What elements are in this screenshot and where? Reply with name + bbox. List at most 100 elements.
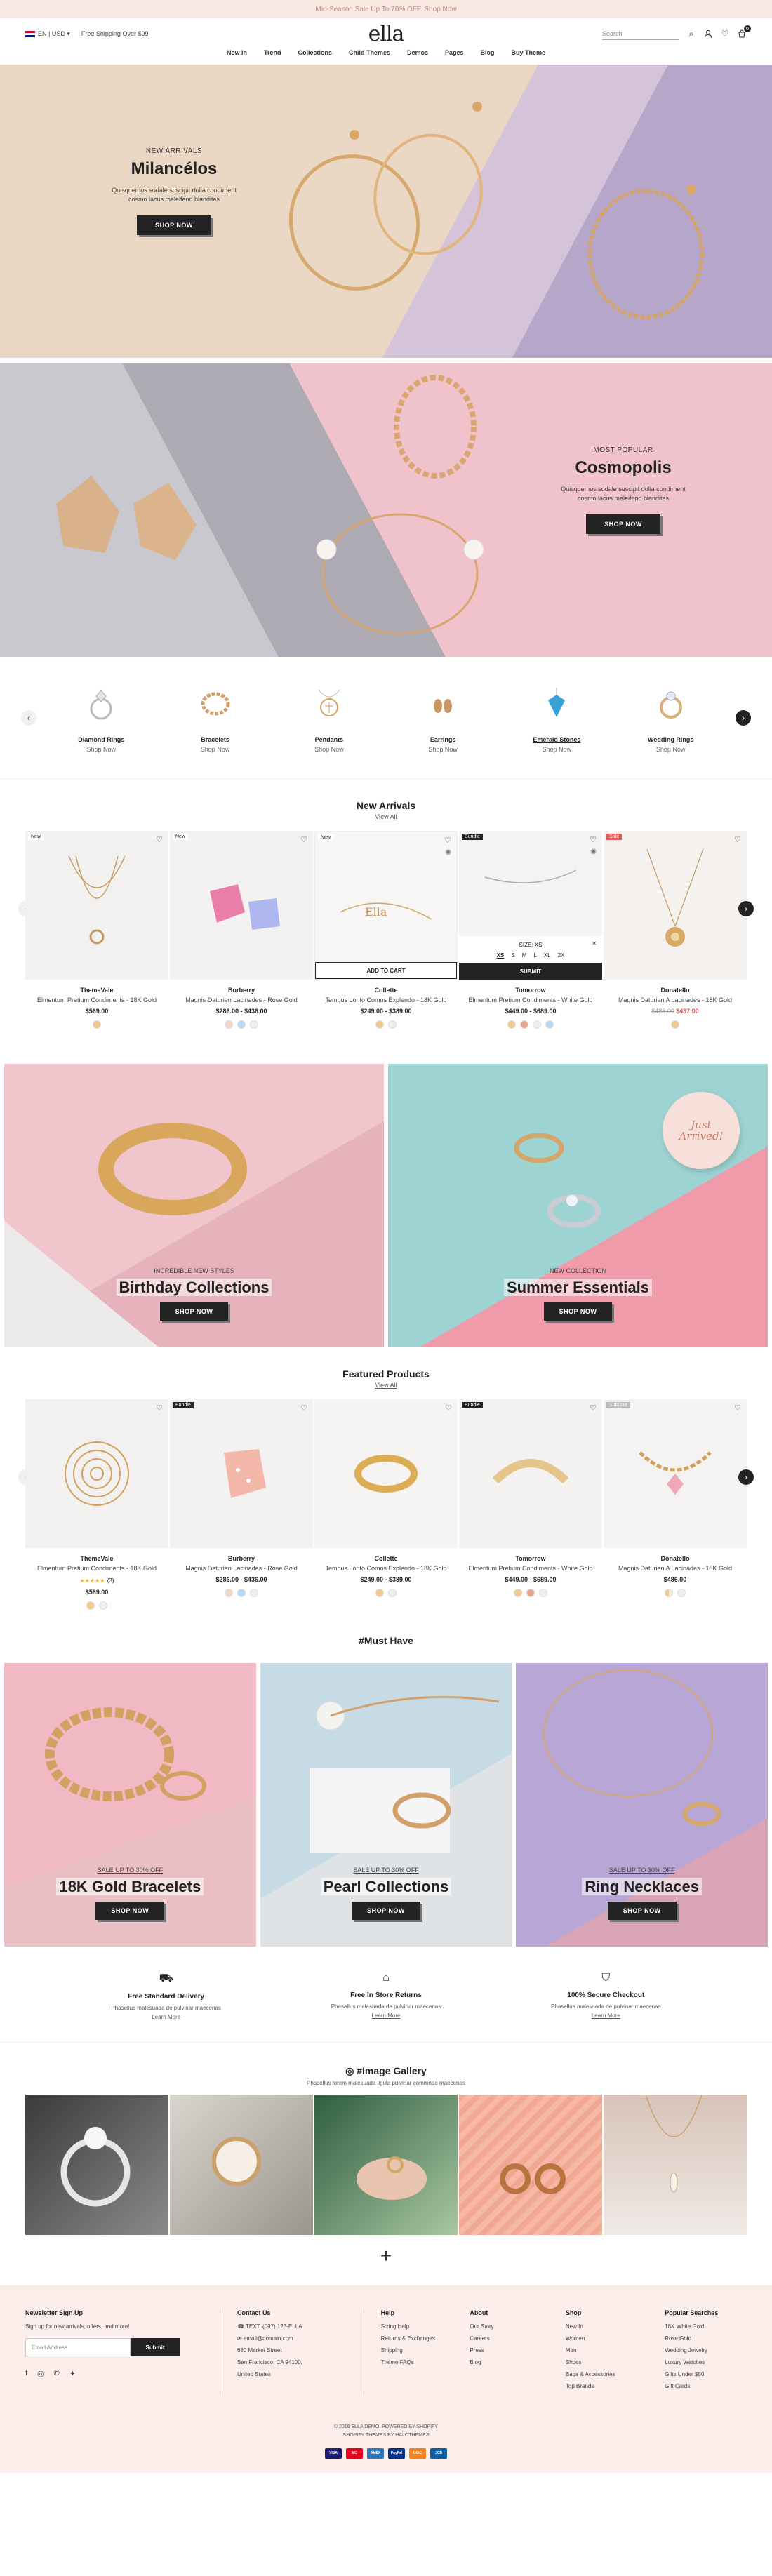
carousel-next-button[interactable]: › <box>738 1469 754 1485</box>
nav-item-blog[interactable]: Blog <box>481 49 495 65</box>
product-name[interactable]: Magnis Daturien A Lacinades - 18K Gold <box>604 996 747 1003</box>
product-name[interactable]: Tempus Lorito Comos Explendo - 18K Gold <box>314 996 458 1003</box>
feature-learn-more-link[interactable]: Learn More <box>592 2013 620 2019</box>
footer-link[interactable]: Blog <box>470 2359 559 2365</box>
banner-birthday-collections[interactable]: INCREDIBLE NEW STYLES Birthday Collectio… <box>4 1064 384 1347</box>
swatch-white[interactable] <box>99 1601 107 1610</box>
size-option[interactable]: L <box>533 952 536 959</box>
size-option[interactable]: S <box>511 952 514 959</box>
view-all-link[interactable]: View All <box>375 1382 397 1389</box>
swatch-gold[interactable] <box>86 1601 95 1610</box>
swatch-gold[interactable] <box>375 1020 384 1029</box>
product-name[interactable]: Elmentum Pretium Condiments - White Gold <box>459 1565 602 1572</box>
category-diamond-rings[interactable]: Diamond Rings Shop Now <box>52 683 150 753</box>
wishlist-heart-icon[interactable]: ♡ <box>156 1403 163 1413</box>
newsletter-submit-button[interactable]: Submit <box>131 2338 180 2356</box>
footer-link[interactable]: Luxury Watches <box>665 2359 747 2365</box>
view-all-link[interactable]: View All <box>375 813 397 820</box>
announcement-bar[interactable]: Mid-Season Sale Up To 70% OFF. Shop Now <box>0 0 772 18</box>
product-image[interactable]: Sold out ♡ <box>604 1399 747 1548</box>
carousel-next-button[interactable]: › <box>738 901 754 916</box>
banner-shop-now-button[interactable]: SHOP NOW <box>159 1302 229 1321</box>
banner-shop-now-button[interactable]: SHOP NOW <box>607 1902 677 1920</box>
announcement-text[interactable]: Mid-Season Sale Up To 70% OFF. Shop Now <box>315 6 456 13</box>
product-image[interactable]: Bundle ♡ <box>459 1399 602 1548</box>
search-input[interactable]: Search <box>602 28 679 40</box>
gallery-image-diamond-ring[interactable] <box>25 2095 168 2235</box>
feature-learn-more-link[interactable]: Learn More <box>152 2014 180 2020</box>
product-image[interactable]: New ♡ ◉ Ella ADD TO CART <box>314 831 458 980</box>
wishlist-heart-icon[interactable]: ♡ <box>300 835 307 844</box>
nav-item-demos[interactable]: Demos <box>407 49 428 65</box>
swatch-gold[interactable] <box>93 1020 101 1029</box>
product-image[interactable]: Bundle ♡ ◉ SIZE: XS ✕ XS S M L XL 2X SUB… <box>459 831 602 980</box>
nav-item-pages[interactable]: Pages <box>445 49 464 65</box>
swatch-gold[interactable] <box>514 1589 522 1597</box>
swatch-mixed[interactable] <box>665 1589 673 1597</box>
facebook-icon[interactable]: f <box>25 2369 27 2378</box>
category-shop-link[interactable]: Shop Now <box>166 746 265 753</box>
footer-link[interactable]: Gifts Under $50 <box>665 2371 747 2377</box>
swatch-gold[interactable] <box>671 1020 679 1029</box>
category-shop-link[interactable]: Shop Now <box>52 746 150 753</box>
footer-link[interactable]: Men <box>566 2347 658 2354</box>
contact-email[interactable]: ✉ email@domain.com <box>237 2335 347 2342</box>
swatch-white[interactable] <box>677 1589 686 1597</box>
footer-link[interactable]: Women <box>566 2335 658 2342</box>
footer-link[interactable]: Bags & Accessories <box>566 2371 658 2377</box>
product-name[interactable]: Elmentum Pretium Condiments - White Gold <box>459 996 602 1003</box>
footer-link[interactable]: Returns & Exchanges <box>381 2335 463 2342</box>
footer-link[interactable]: Shoes <box>566 2359 658 2365</box>
category-next-button[interactable]: › <box>735 709 751 726</box>
footer-link[interactable]: 18K White Gold <box>665 2323 747 2330</box>
quick-view-eye-icon[interactable]: ◉ <box>590 848 597 855</box>
email-input[interactable]: Email Address <box>25 2338 131 2356</box>
wishlist-heart-icon[interactable]: ♡ <box>156 835 163 844</box>
product-name[interactable]: Tempus Lorito Comos Explendo - 18K Gold <box>314 1565 458 1572</box>
swatch-gold[interactable] <box>507 1020 516 1029</box>
swatch-white[interactable] <box>533 1020 541 1029</box>
product-card[interactable]: Bundle ♡ Tomorrow Elmentum Pretium Condi… <box>459 1399 602 1610</box>
cart-icon[interactable]: 0 <box>737 25 751 39</box>
category-earrings[interactable]: Earrings Shop Now <box>394 683 492 753</box>
product-image[interactable]: New ♡ <box>170 831 313 980</box>
product-name[interactable]: Magnis Daturien Lacinades - Rose Gold <box>170 996 313 1003</box>
swatch-white[interactable] <box>250 1020 258 1029</box>
footer-link[interactable]: Our Story <box>470 2323 559 2330</box>
twitter-icon[interactable]: ✦ <box>69 2369 76 2378</box>
swatch-white[interactable] <box>388 1020 397 1029</box>
nav-item-collections[interactable]: Collections <box>298 49 332 65</box>
hero-1-shop-now-button[interactable]: SHOP NOW <box>137 215 211 236</box>
swatch-rose[interactable] <box>225 1020 233 1029</box>
product-card[interactable]: Sold out ♡ Donatello Magnis Daturien A L… <box>604 1399 747 1610</box>
banner-shop-now-button[interactable]: SHOP NOW <box>543 1302 613 1321</box>
swatch-white[interactable] <box>539 1589 547 1597</box>
product-card[interactable]: Bundle ♡ Burberry Magnis Daturien Lacina… <box>170 1399 313 1610</box>
nav-item-new-in[interactable]: New In <box>227 49 247 65</box>
pinterest-icon[interactable]: ℗ <box>54 2369 60 2378</box>
product-card[interactable]: ♡ ThemeVale Elmentum Pretium Condiments … <box>25 1399 168 1610</box>
product-image[interactable]: Bundle ♡ <box>170 1399 313 1548</box>
nav-item-trend[interactable]: Trend <box>264 49 281 65</box>
close-icon[interactable]: ✕ <box>592 940 597 947</box>
banner-ring-necklaces[interactable]: SALE UP TO 30% OFF Ring Necklaces SHOP N… <box>516 1663 768 1947</box>
footer-link[interactable]: Careers <box>470 2335 559 2342</box>
wishlist-icon[interactable]: ♡ <box>720 29 730 39</box>
product-name[interactable]: Magnis Daturien A Lacinades - 18K Gold <box>604 1565 747 1572</box>
swatch-rose[interactable] <box>225 1589 233 1597</box>
wishlist-heart-icon[interactable]: ♡ <box>590 835 597 844</box>
product-image[interactable]: New ♡ <box>25 831 168 980</box>
footer-link[interactable]: Gift Cards <box>665 2383 747 2389</box>
swatch-white[interactable] <box>250 1589 258 1597</box>
product-card[interactable]: ♡ Collette Tempus Lorito Comos Explendo … <box>314 1399 458 1610</box>
product-name[interactable]: Elmentum Pretium Condiments - 18K Gold <box>25 996 168 1003</box>
swatch-rose[interactable] <box>526 1589 535 1597</box>
category-emerald-stones[interactable]: Emerald Stones Shop Now <box>507 683 606 753</box>
hero-2-shop-now-button[interactable]: SHOP NOW <box>586 514 660 535</box>
swatch-blue[interactable] <box>237 1020 246 1029</box>
category-shop-link[interactable]: Shop Now <box>622 746 720 753</box>
banner-summer-essentials[interactable]: Just Arrived! NEW COLLECTION Summer Essen… <box>388 1064 768 1347</box>
product-name[interactable]: Elmentum Pretium Condiments - 18K Gold <box>25 1565 168 1572</box>
gallery-image-earrings[interactable] <box>459 2095 602 2235</box>
wishlist-heart-icon[interactable]: ♡ <box>445 1403 452 1413</box>
